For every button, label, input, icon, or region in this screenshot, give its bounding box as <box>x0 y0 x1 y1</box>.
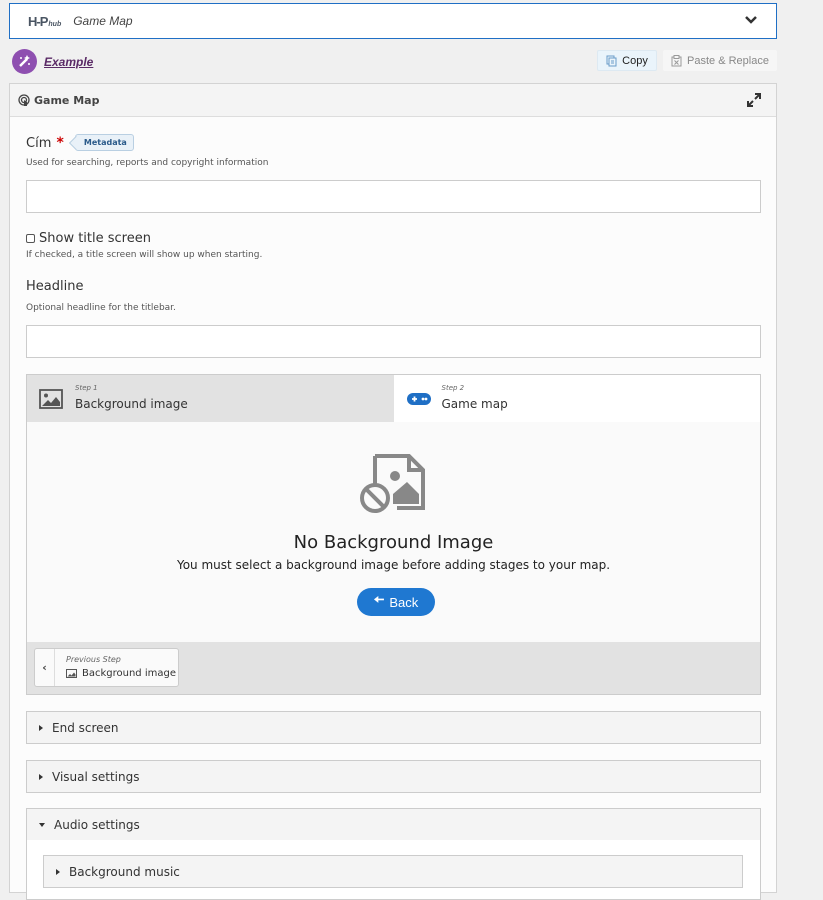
logo-sub-text: hub <box>48 20 62 28</box>
title-label: Cím <box>26 136 52 151</box>
previous-step-caption: Previous Step <box>66 655 121 664</box>
paste-icon <box>671 54 682 66</box>
headline-description: Optional headline for the titlebar. <box>26 303 176 313</box>
paste-replace-button[interactable]: Paste & Replace <box>663 50 777 71</box>
section-audio-settings[interactable]: Audio settings <box>26 808 761 841</box>
image-icon <box>66 669 77 678</box>
section-label: Visual settings <box>52 769 140 784</box>
copy-icon <box>606 55 617 66</box>
step-number: Step 1 <box>75 384 98 392</box>
section-end-screen[interactable]: End screen <box>26 711 761 744</box>
arrow-left-icon: 🠤 <box>373 592 385 607</box>
step-number: Step 2 <box>441 384 465 392</box>
game-map-wizard: Step 1 Background image Step 2 Game map … <box>26 374 761 695</box>
step-name: Game map <box>441 397 508 411</box>
metadata-button[interactable]: Metadata <box>74 134 134 151</box>
image-icon <box>39 388 63 409</box>
wizard-step-background-image[interactable]: Step 1 Background image <box>27 375 394 422</box>
previous-step-label: Background image <box>82 668 176 679</box>
panel-title: Game Map <box>34 93 100 107</box>
section-label: Audio settings <box>54 817 140 832</box>
expand-icon[interactable] <box>746 92 762 108</box>
copy-label: Copy <box>622 54 648 67</box>
caret-right-icon <box>39 724 43 731</box>
caret-down-icon <box>39 822 45 827</box>
example-link[interactable]: Example <box>44 55 93 69</box>
show-title-screen-label[interactable]: Show title screen <box>39 231 151 246</box>
previous-step-name: Background image <box>66 668 176 679</box>
show-title-screen-checkbox[interactable] <box>26 234 35 243</box>
no-image-icon <box>360 454 425 513</box>
logo-main-text: H-P <box>28 13 48 29</box>
example-row: Example <box>12 49 93 74</box>
section-visual-settings[interactable]: Visual settings <box>26 760 761 793</box>
show-title-screen-row: Show title screen <box>26 231 151 246</box>
paste-label: Paste & Replace <box>687 54 769 67</box>
empty-state-title: No Background Image <box>293 532 494 553</box>
chevron-left-icon: ‹ <box>35 649 55 686</box>
caret-right-icon <box>56 868 60 875</box>
step-name: Background image <box>75 397 188 411</box>
magic-wand-icon <box>12 49 37 74</box>
show-title-screen-description: If checked, a title screen will show up … <box>26 250 263 260</box>
previous-step-button[interactable]: ‹ Previous Step Background image <box>34 648 179 687</box>
editor-panel: Game Map Cím * Metadata Used for searchi… <box>9 83 777 900</box>
empty-state-text: You must select a background image befor… <box>176 558 611 572</box>
selected-content-type: Game Map <box>73 14 133 28</box>
wizard-footer: ‹ Previous Step Background image <box>27 642 760 694</box>
copy-button[interactable]: Copy <box>597 50 657 71</box>
section-label: End screen <box>52 720 119 735</box>
wizard-body: No Background Image You must select a ba… <box>27 422 760 642</box>
wizard-step-game-map[interactable]: Step 2 Game map <box>393 375 760 422</box>
chevron-down-icon[interactable] <box>744 13 758 27</box>
back-label: Back <box>389 594 419 610</box>
required-mark: * <box>56 135 64 151</box>
panel-header: Game Map <box>10 84 776 117</box>
audio-settings-body: Background music <box>26 840 761 900</box>
gamepad-icon <box>406 392 431 405</box>
touch-icon <box>18 94 30 106</box>
title-description: Used for searching, reports and copyrigh… <box>26 158 269 168</box>
h5p-hub-logo: H-Phub <box>28 14 61 29</box>
headline-input[interactable] <box>26 325 761 358</box>
title-field-label: Cím * Metadata <box>26 132 134 151</box>
section-background-music[interactable]: Background music <box>43 855 743 888</box>
headline-label: Headline <box>26 279 84 294</box>
caret-right-icon <box>39 773 43 780</box>
title-input[interactable] <box>26 180 761 213</box>
section-label: Background music <box>69 864 180 879</box>
back-button[interactable]: 🠤 Back <box>357 588 435 616</box>
content-type-selector[interactable]: H-Phub Game Map <box>9 3 777 39</box>
wizard-steps: Step 1 Background image Step 2 Game map <box>27 375 760 422</box>
